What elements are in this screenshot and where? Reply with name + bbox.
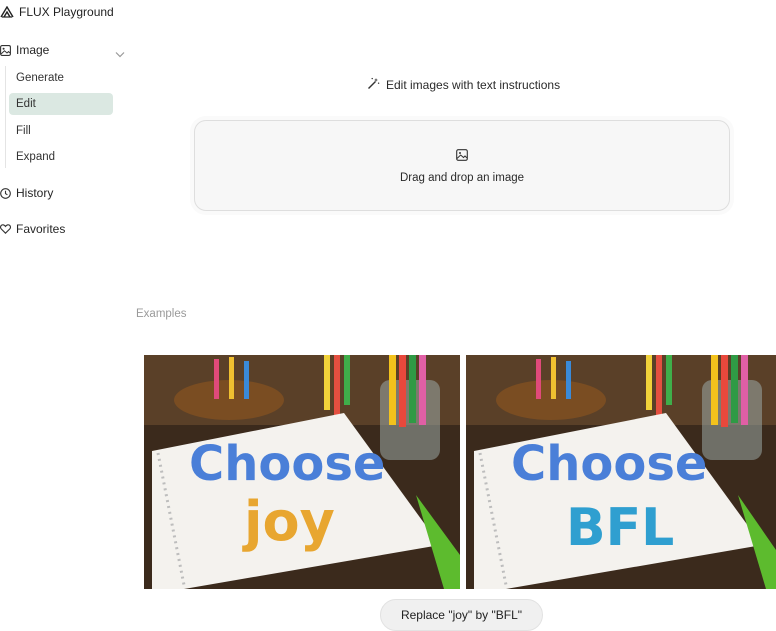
sidebar: FLUX Playground Image Generate Edit Fill… <box>0 0 130 627</box>
after-text-bfl: BFL <box>566 498 674 558</box>
chevron-down-icon[interactable] <box>115 45 125 63</box>
examples-label: Examples <box>136 308 187 320</box>
sidebar-item-image[interactable]: Image <box>0 43 49 57</box>
dropzone-text: Drag and drop an image <box>399 171 525 184</box>
sidebar-item-label: Favorites <box>16 222 66 236</box>
heart-icon <box>0 224 11 234</box>
before-text-joy: joy <box>242 490 335 553</box>
sidebar-subitem-expand[interactable]: Expand <box>9 146 113 168</box>
image-upload-icon <box>456 148 468 166</box>
sidebar-subitem-generate[interactable]: Generate <box>9 67 113 89</box>
example-before-image[interactable]: Choose joy <box>144 355 460 589</box>
sidebar-item-favorites[interactable]: Favorites <box>0 222 65 236</box>
sidebar-item-label: History <box>16 186 54 200</box>
page-title-text: Edit images with text instructions <box>386 78 561 92</box>
app-brand[interactable]: FLUX Playground <box>0 4 114 20</box>
magic-wand-icon <box>367 77 380 93</box>
after-text-choose: Choose <box>511 436 707 492</box>
page-title: Edit images with text instructions <box>367 77 560 93</box>
image-icon <box>0 44 11 56</box>
app-title: FLUX Playground <box>19 5 114 19</box>
sidebar-item-history[interactable]: History <box>0 186 53 200</box>
example-caption-button[interactable]: Replace "joy" by "BFL" <box>380 599 543 631</box>
clock-icon <box>0 187 11 199</box>
example-after-image[interactable]: Choose BFL <box>466 355 776 589</box>
flux-logo-icon <box>0 6 14 18</box>
before-text-choose: Choose <box>189 436 385 492</box>
sidebar-subitem-edit[interactable]: Edit <box>9 93 113 115</box>
sidebar-subitem-fill[interactable]: Fill <box>9 120 113 142</box>
image-dropzone[interactable]: Drag and drop an image <box>194 120 730 211</box>
submenu-divider <box>5 66 6 168</box>
sidebar-item-label: Image <box>16 43 50 57</box>
